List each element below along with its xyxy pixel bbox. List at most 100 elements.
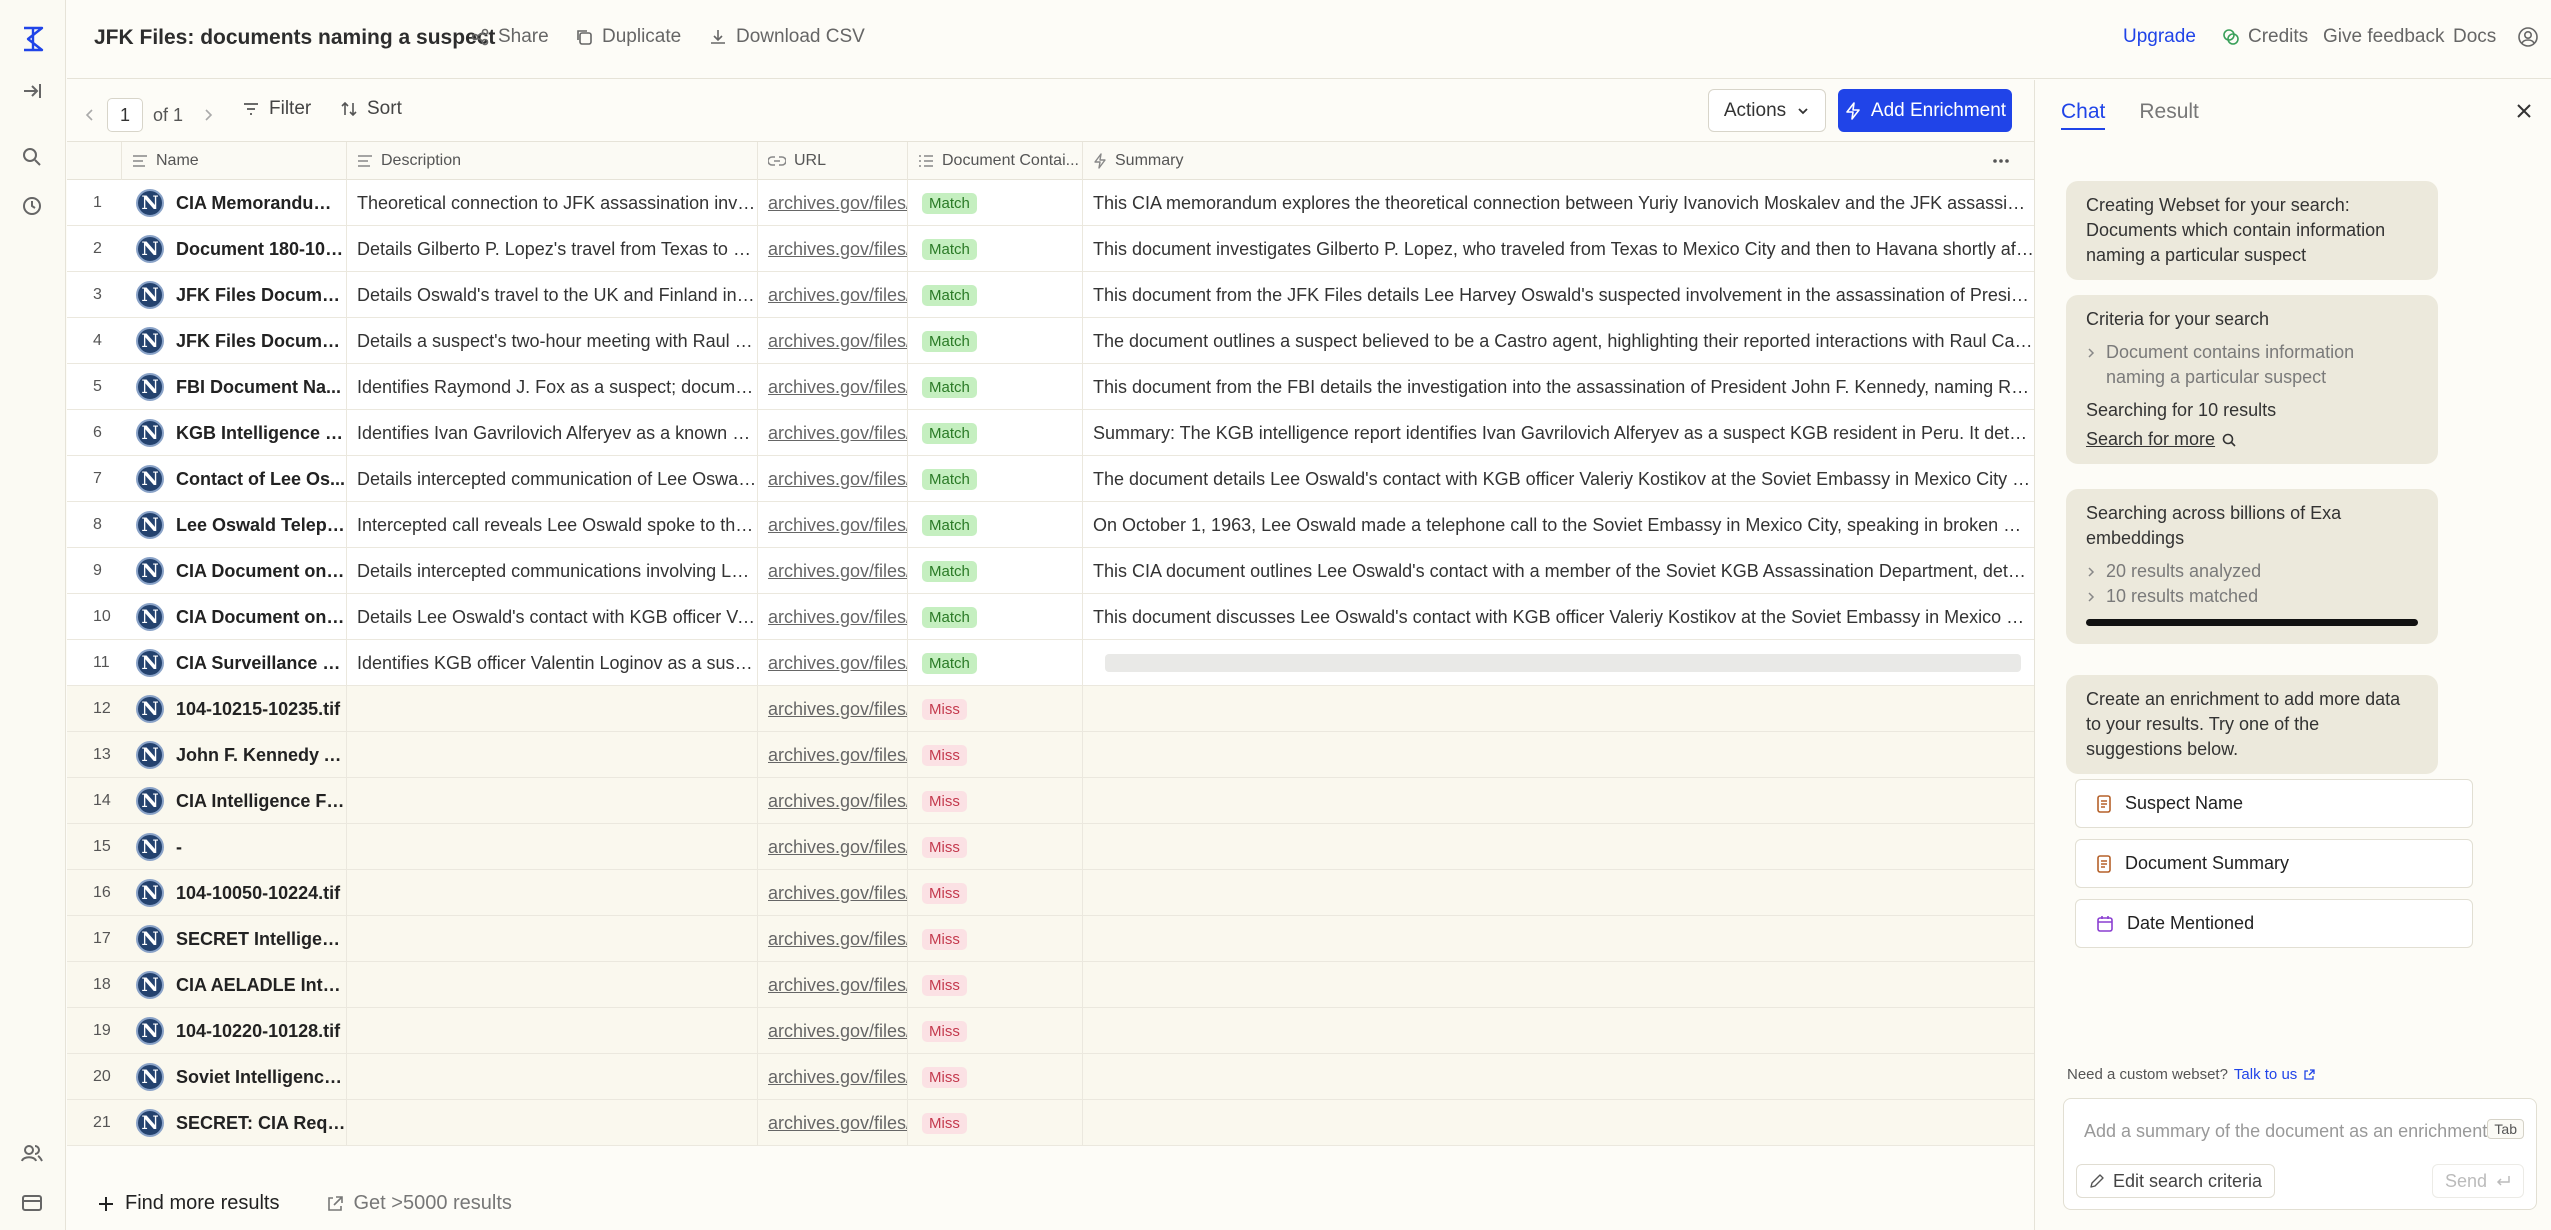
search-for-more-link[interactable]: Search for more	[2086, 427, 2418, 452]
document-contains-cell[interactable]: Miss	[908, 1008, 1083, 1054]
expand-sidebar-icon[interactable]	[21, 80, 45, 104]
name-cell[interactable]: N JFK Files Documen...	[122, 318, 347, 364]
table-row[interactable]: 7 N Contact of Lee Os... Details intercepte…	[67, 456, 2034, 502]
summary-cell[interactable]	[1083, 640, 2034, 686]
url-link[interactable]: archives.gov/files/	[768, 331, 907, 352]
name-cell[interactable]: N SECRET: CIA Requ...	[122, 1100, 347, 1146]
summary-cell[interactable]	[1083, 1008, 2034, 1054]
name-cell[interactable]: N Lee Oswald Teleph...	[122, 502, 347, 548]
summary-cell[interactable]: The document outlines a suspect believed…	[1083, 318, 2034, 364]
description-cell[interactable]: Details intercepted communications invol…	[347, 548, 758, 594]
chat-input[interactable]: Add a summary of the document as an enri…	[2084, 1121, 2487, 1142]
document-contains-cell[interactable]: Miss	[908, 916, 1083, 962]
upgrade-link[interactable]: Upgrade	[2123, 26, 2196, 48]
give-feedback-link[interactable]: Give feedback	[2323, 26, 2444, 48]
summary-cell[interactable]: This document investigates Gilberto P. L…	[1083, 226, 2034, 272]
tab-chat[interactable]: Chat	[2061, 100, 2106, 130]
description-cell[interactable]: Theoretical connection to JFK assassinat…	[347, 180, 758, 226]
name-cell[interactable]: N KGB Intelligence R...	[122, 410, 347, 456]
url-cell[interactable]: archives.gov/files/	[758, 870, 908, 916]
url-link[interactable]: archives.gov/files/	[768, 975, 907, 996]
table-row[interactable]: 15 N - archives.gov/files/Miss	[67, 824, 2034, 870]
summary-cell[interactable]	[1083, 916, 2034, 962]
document-contains-cell[interactable]: Match	[908, 502, 1083, 548]
sort-button[interactable]: Sort	[340, 98, 402, 120]
docs-link[interactable]: Docs	[2453, 26, 2496, 48]
summary-cell[interactable]: This document discusses Lee Oswald's con…	[1083, 594, 2034, 640]
url-cell[interactable]: archives.gov/files/	[758, 180, 908, 226]
filter-button[interactable]: Filter	[242, 98, 311, 120]
page-number-input[interactable]: 1	[107, 98, 143, 132]
url-cell[interactable]: archives.gov/files/	[758, 272, 908, 318]
name-cell[interactable]: N JFK Files Documen...	[122, 272, 347, 318]
description-cell[interactable]: Details Lee Oswald's contact with KGB of…	[347, 594, 758, 640]
document-contains-cell[interactable]: Miss	[908, 870, 1083, 916]
table-row[interactable]: 16 N 104-10050-10224.tif archives.gov/files…	[67, 870, 2034, 916]
table-row[interactable]: 4 N JFK Files Documen... Details a suspect'…	[67, 318, 2034, 364]
document-contains-cell[interactable]: Match	[908, 180, 1083, 226]
name-cell[interactable]: N SECRET Intelligen...	[122, 916, 347, 962]
summary-cell[interactable]	[1083, 1100, 2034, 1146]
description-cell[interactable]	[347, 1008, 758, 1054]
name-cell[interactable]: N 104-10220-10128.tif	[122, 1008, 347, 1054]
prev-page-icon[interactable]	[83, 108, 97, 122]
url-cell[interactable]: archives.gov/files/	[758, 594, 908, 640]
header-description[interactable]: Description	[347, 142, 758, 180]
description-cell[interactable]	[347, 824, 758, 870]
url-link[interactable]: archives.gov/files/	[768, 837, 907, 858]
close-icon[interactable]	[2515, 102, 2533, 120]
summary-cell[interactable]: This CIA document outlines Lee Oswald's …	[1083, 548, 2034, 594]
url-link[interactable]: archives.gov/files/	[768, 515, 907, 536]
url-cell[interactable]: archives.gov/files/	[758, 456, 908, 502]
name-cell[interactable]: N Contact of Lee Os...	[122, 456, 347, 502]
description-cell[interactable]: Identifies Raymond J. Fox as a suspect; …	[347, 364, 758, 410]
table-row[interactable]: 2 N Document 180-101... Details Gilberto P.…	[67, 226, 2034, 272]
table-row[interactable]: 10 N CIA Document on ... Details Lee Oswald…	[67, 594, 2034, 640]
table-row[interactable]: 9 N CIA Document on ... Details intercepted…	[67, 548, 2034, 594]
url-link[interactable]: archives.gov/files/	[768, 883, 907, 904]
description-cell[interactable]	[347, 778, 758, 824]
document-contains-cell[interactable]: Miss	[908, 1054, 1083, 1100]
account-avatar-icon[interactable]	[2517, 26, 2539, 48]
name-cell[interactable]: N CIA AELADLE Intel...	[122, 962, 347, 1008]
description-cell[interactable]	[347, 916, 758, 962]
url-cell[interactable]: archives.gov/files/	[758, 962, 908, 1008]
url-link[interactable]: archives.gov/files/	[768, 653, 907, 674]
summary-cell[interactable]: This document from the FBI details the i…	[1083, 364, 2034, 410]
talk-to-us-link[interactable]: Talk to us	[2234, 1066, 2297, 1083]
header-summary[interactable]: Summary	[1083, 142, 2034, 180]
header-document-contains[interactable]: Document Contai...	[908, 142, 1083, 180]
description-cell[interactable]: Details Gilberto P. Lopez's travel from …	[347, 226, 758, 272]
summary-cell[interactable]	[1083, 824, 2034, 870]
url-link[interactable]: archives.gov/files/	[768, 423, 907, 444]
suggestion-date-mentioned[interactable]: Date Mentioned	[2075, 899, 2473, 948]
name-cell[interactable]: N Document 180-101...	[122, 226, 347, 272]
url-cell[interactable]: archives.gov/files/	[758, 318, 908, 364]
table-row[interactable]: 3 N JFK Files Documen... Details Oswald's t…	[67, 272, 2034, 318]
description-cell[interactable]: Details Oswald's travel to the UK and Fi…	[347, 272, 758, 318]
url-link[interactable]: archives.gov/files/	[768, 1113, 907, 1134]
url-cell[interactable]: archives.gov/files/	[758, 640, 908, 686]
summary-cell[interactable]: This document from the JFK Files details…	[1083, 272, 2034, 318]
url-cell[interactable]: archives.gov/files/	[758, 778, 908, 824]
document-contains-cell[interactable]: Match	[908, 456, 1083, 502]
url-link[interactable]: archives.gov/files/	[768, 791, 907, 812]
table-row[interactable]: 20 N Soviet Intelligence ... archives.gov/f…	[67, 1054, 2034, 1100]
table-row[interactable]: 6 N KGB Intelligence R... Identifies Ivan G…	[67, 410, 2034, 456]
document-contains-cell[interactable]: Miss	[908, 962, 1083, 1008]
url-cell[interactable]: archives.gov/files/	[758, 824, 908, 870]
description-cell[interactable]	[347, 870, 758, 916]
url-link[interactable]: archives.gov/files/	[768, 607, 907, 628]
document-contains-cell[interactable]: Match	[908, 226, 1083, 272]
url-cell[interactable]: archives.gov/files/	[758, 686, 908, 732]
name-cell[interactable]: N John F. Kennedy As...	[122, 732, 347, 778]
url-link[interactable]: archives.gov/files/	[768, 193, 907, 214]
find-more-results-button[interactable]: Find more results	[97, 1192, 280, 1215]
suggestion-document-summary[interactable]: Document Summary	[2075, 839, 2473, 888]
url-cell[interactable]: archives.gov/files/	[758, 1100, 908, 1146]
summary-cell[interactable]	[1083, 732, 2034, 778]
description-cell[interactable]	[347, 686, 758, 732]
criteria-item[interactable]: Document contains information naming a p…	[2086, 340, 2418, 390]
document-contains-cell[interactable]: Miss	[908, 1100, 1083, 1146]
history-icon[interactable]	[21, 195, 45, 219]
